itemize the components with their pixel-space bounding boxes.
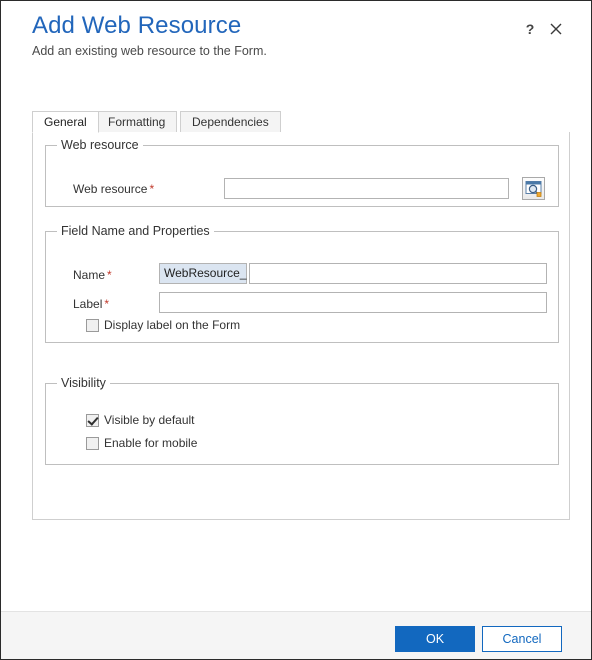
- checkbox-box-checked: [86, 413, 99, 427]
- required-marker: *: [104, 297, 110, 311]
- add-web-resource-dialog: Add Web Resource Add an existing web res…: [0, 0, 592, 660]
- required-marker: *: [107, 268, 112, 282]
- section-web-resource: Web resource Web resource *: [45, 138, 559, 207]
- dialog-header: Add Web Resource Add an existing web res…: [1, 1, 591, 83]
- web-resource-label-text: Web resource: [73, 182, 148, 196]
- close-icon[interactable]: [547, 20, 565, 38]
- dialog-subtitle: Add an existing web resource to the Form…: [32, 44, 267, 58]
- section-visibility: Visibility Visible by default Enable for…: [45, 376, 559, 465]
- web-resource-input[interactable]: [224, 178, 509, 199]
- name-input[interactable]: [249, 263, 547, 284]
- display-label-on-form-label: Display label on the Form: [104, 318, 241, 332]
- label-label-text: Label: [73, 297, 103, 311]
- section-field-name-legend: Field Name and Properties: [57, 224, 214, 238]
- tab-panel-general: Web resource Web resource * Field Name a…: [32, 132, 570, 520]
- required-marker: *: [149, 182, 155, 196]
- page-title: Add Web Resource: [32, 12, 242, 39]
- cancel-button[interactable]: Cancel: [482, 626, 562, 652]
- label-input[interactable]: [159, 292, 547, 313]
- web-resource-field-label: Web resource *: [73, 182, 154, 196]
- enable-for-mobile-checkbox[interactable]: Enable for mobile: [86, 436, 197, 450]
- tab-dependencies[interactable]: Dependencies: [180, 111, 281, 133]
- enable-for-mobile-label: Enable for mobile: [104, 436, 198, 450]
- section-field-name-and-properties: Field Name and Properties Name * WebResou…: [45, 224, 559, 343]
- visible-by-default-checkbox[interactable]: Visible by default: [86, 413, 195, 427]
- tab-formatting[interactable]: Formatting: [96, 111, 178, 133]
- lookup-search-icon: [525, 180, 542, 197]
- name-label-text: Name: [73, 268, 106, 282]
- lookup-search-icon-button[interactable]: [522, 177, 545, 200]
- tabstrip: General Formatting Dependencies: [32, 111, 570, 133]
- dialog-footer: OK Cancel: [1, 611, 591, 659]
- tab-general[interactable]: General: [32, 111, 99, 133]
- visible-by-default-label: Visible by default: [104, 413, 195, 427]
- name-field-label: Name *: [73, 268, 112, 282]
- checkbox-box: [86, 436, 99, 450]
- help-icon[interactable]: ?: [521, 20, 539, 38]
- checkbox-box: [86, 318, 99, 332]
- display-label-on-form-checkbox[interactable]: Display label on the Form: [86, 318, 240, 332]
- label-field-label: Label *: [73, 297, 109, 311]
- section-visibility-legend: Visibility: [57, 376, 110, 390]
- section-web-resource-legend: Web resource: [57, 138, 143, 152]
- name-prefix: WebResource_: [159, 263, 247, 284]
- ok-button[interactable]: OK: [395, 626, 475, 652]
